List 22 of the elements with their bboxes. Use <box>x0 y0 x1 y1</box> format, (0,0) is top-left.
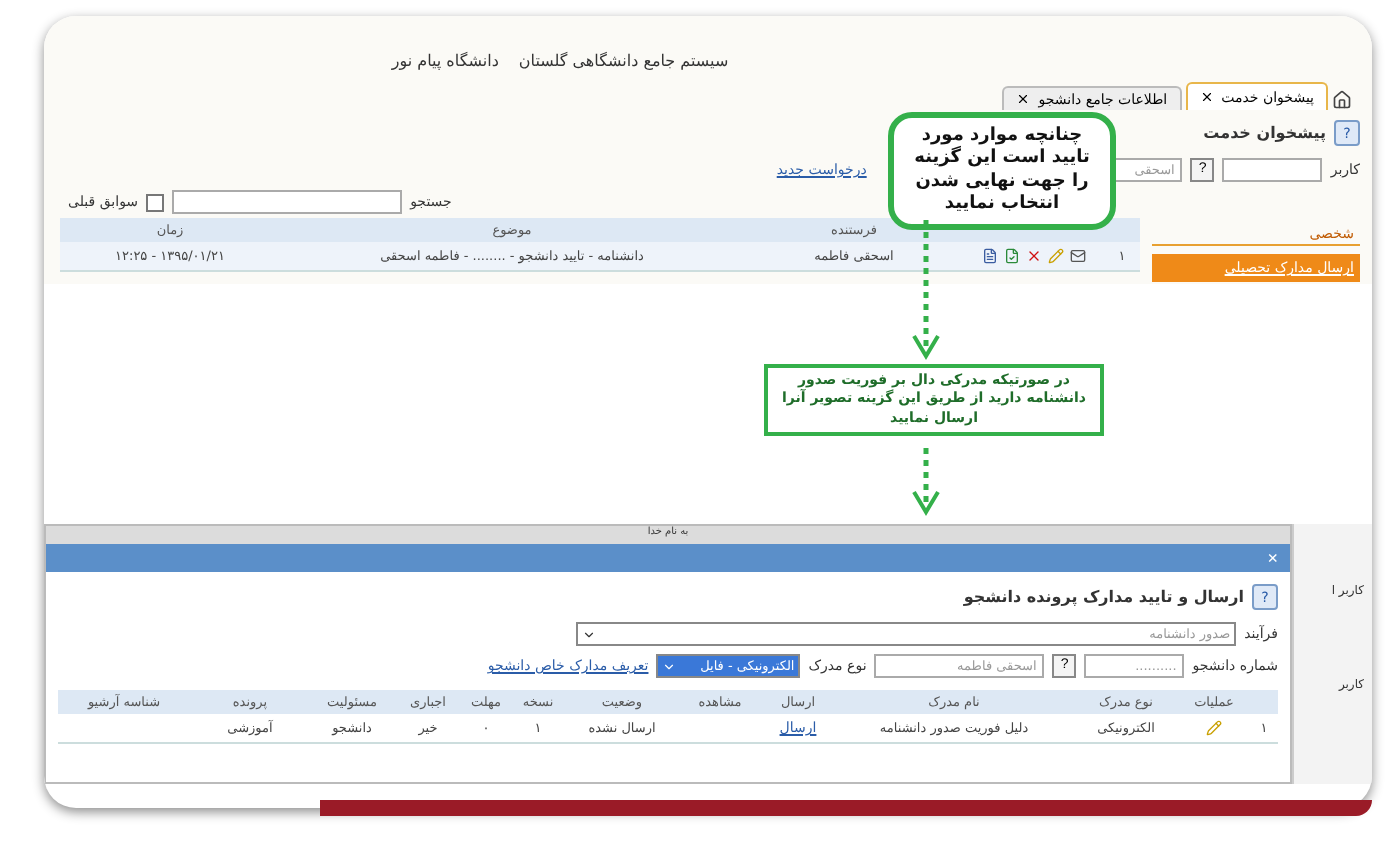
home-icon[interactable] <box>1332 90 1352 110</box>
delete-icon[interactable] <box>1026 248 1042 264</box>
caret-icon <box>662 659 677 673</box>
document-icon[interactable] <box>982 248 998 264</box>
hint-tooltip: چنانچه موارد مورد تایید است این گزینه را جهت نهایی شدن انتخاب نمایید <box>888 112 1116 230</box>
system-title: سیستم جامع دانشگاهی گلستان <box>518 52 729 70</box>
header-cell <box>1250 690 1278 714</box>
university-name: دانشگاه پیام نور <box>391 52 499 70</box>
header-cell <box>1104 218 1140 242</box>
close-icon[interactable] <box>1016 92 1031 106</box>
search-field[interactable] <box>172 190 403 214</box>
caret-icon <box>582 627 597 641</box>
close-button[interactable]: × <box>1267 548 1278 568</box>
close-icon[interactable] <box>1199 90 1214 104</box>
dotted-arrow <box>912 448 940 516</box>
mail-icon[interactable] <box>1070 248 1086 264</box>
user-code-field[interactable] <box>1222 158 1323 182</box>
dialog-title: ارسال و تایید مدارک پرونده دانشجو <box>963 588 1244 606</box>
dotted-arrow <box>912 220 940 360</box>
panel-title: پیشخوان خدمت <box>1203 124 1326 142</box>
history-checkbox[interactable] <box>146 193 165 211</box>
approve-icon[interactable] <box>1004 248 1020 264</box>
